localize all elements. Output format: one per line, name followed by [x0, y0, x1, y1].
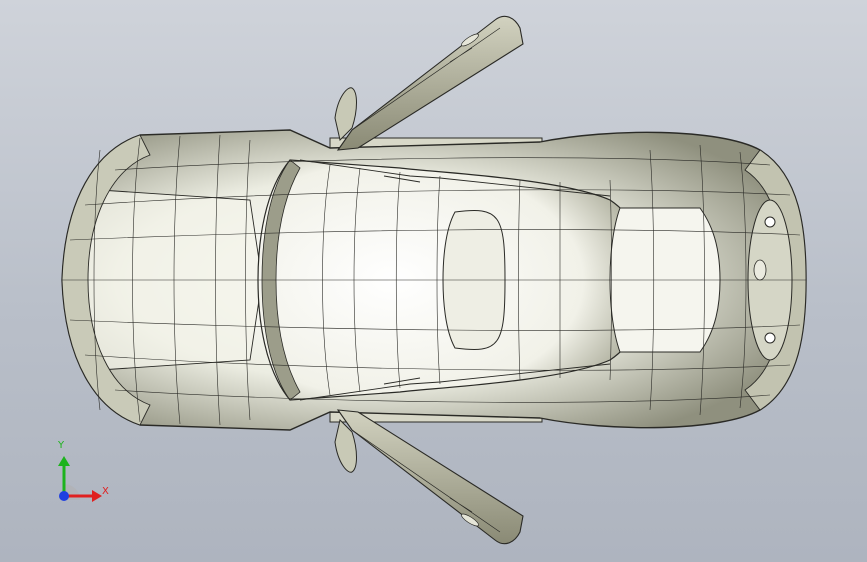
exhaust-top [764, 216, 776, 228]
door-lower-edge [351, 429, 501, 533]
door-upper-edge [351, 27, 501, 131]
axis-x-label: X [102, 486, 109, 497]
car-model-top-view[interactable] [0, 0, 867, 562]
cad-viewport[interactable]: Y X [0, 0, 867, 562]
door-upper[interactable] [336, 15, 524, 151]
axis-y-label: Y [58, 440, 65, 451]
rear-badge [753, 259, 767, 281]
door-lower[interactable] [336, 409, 524, 545]
exhaust-bottom [764, 332, 776, 344]
